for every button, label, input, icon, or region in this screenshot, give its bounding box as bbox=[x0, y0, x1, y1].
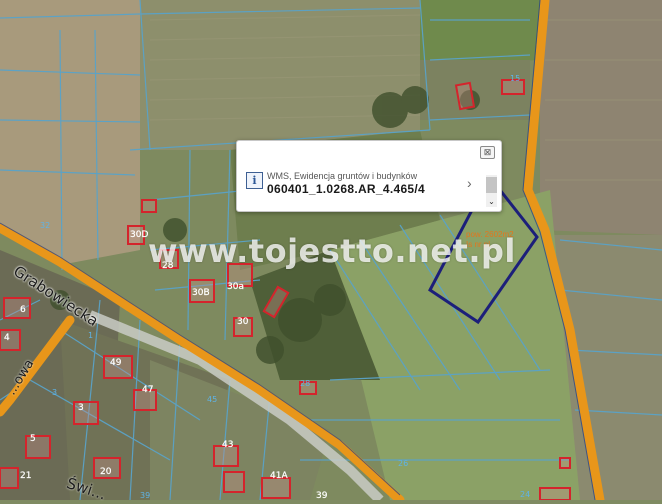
popup-parcel-id: 060401_1.0268.AR_4.465/4 bbox=[267, 182, 425, 196]
popup-layer-source: WMS, Ewidencja gruntów i budynków bbox=[267, 171, 418, 181]
popup-result-row[interactable]: i WMS, Ewidencja gruntów i budynków 0604… bbox=[241, 165, 485, 196]
svg-text:21: 21 bbox=[20, 471, 31, 481]
scrollbar-thumb[interactable] bbox=[486, 177, 497, 193]
svg-text:39: 39 bbox=[140, 491, 150, 500]
svg-text:28: 28 bbox=[300, 379, 310, 388]
svg-text:3: 3 bbox=[52, 388, 57, 397]
svg-text:30a: 30a bbox=[227, 282, 244, 292]
svg-text:20: 20 bbox=[100, 467, 112, 477]
svg-text:6: 6 bbox=[20, 305, 26, 315]
chevron-down-icon[interactable]: ⌄ bbox=[486, 197, 497, 207]
svg-text:1: 1 bbox=[88, 331, 93, 340]
popup-scrollbar[interactable]: ⌄ bbox=[486, 175, 497, 207]
close-icon[interactable]: ⊠ bbox=[480, 146, 495, 159]
svg-text:4: 4 bbox=[4, 333, 10, 343]
svg-text:32: 32 bbox=[40, 221, 50, 230]
svg-text:30D: 30D bbox=[130, 230, 148, 240]
svg-text:45: 45 bbox=[207, 395, 217, 404]
svg-text:43: 43 bbox=[222, 440, 233, 450]
feature-info-popup: ⊠ i WMS, Ewidencja gruntów i budynków 06… bbox=[236, 140, 502, 212]
svg-text:26: 26 bbox=[398, 459, 408, 468]
svg-text:30B: 30B bbox=[192, 288, 210, 298]
svg-text:30: 30 bbox=[237, 317, 249, 327]
svg-text:24: 24 bbox=[520, 490, 530, 499]
svg-text:39: 39 bbox=[316, 491, 328, 500]
watermark-text: www.tojestto.net.pl bbox=[148, 232, 516, 270]
svg-text:49: 49 bbox=[110, 358, 122, 368]
svg-text:47: 47 bbox=[142, 385, 153, 395]
info-icon: i bbox=[246, 172, 263, 189]
svg-text:3: 3 bbox=[78, 403, 84, 413]
svg-text:41A: 41A bbox=[270, 471, 288, 481]
svg-text:15: 15 bbox=[510, 74, 520, 83]
svg-text:5: 5 bbox=[30, 434, 36, 444]
chevron-right-icon[interactable]: › bbox=[467, 175, 472, 191]
